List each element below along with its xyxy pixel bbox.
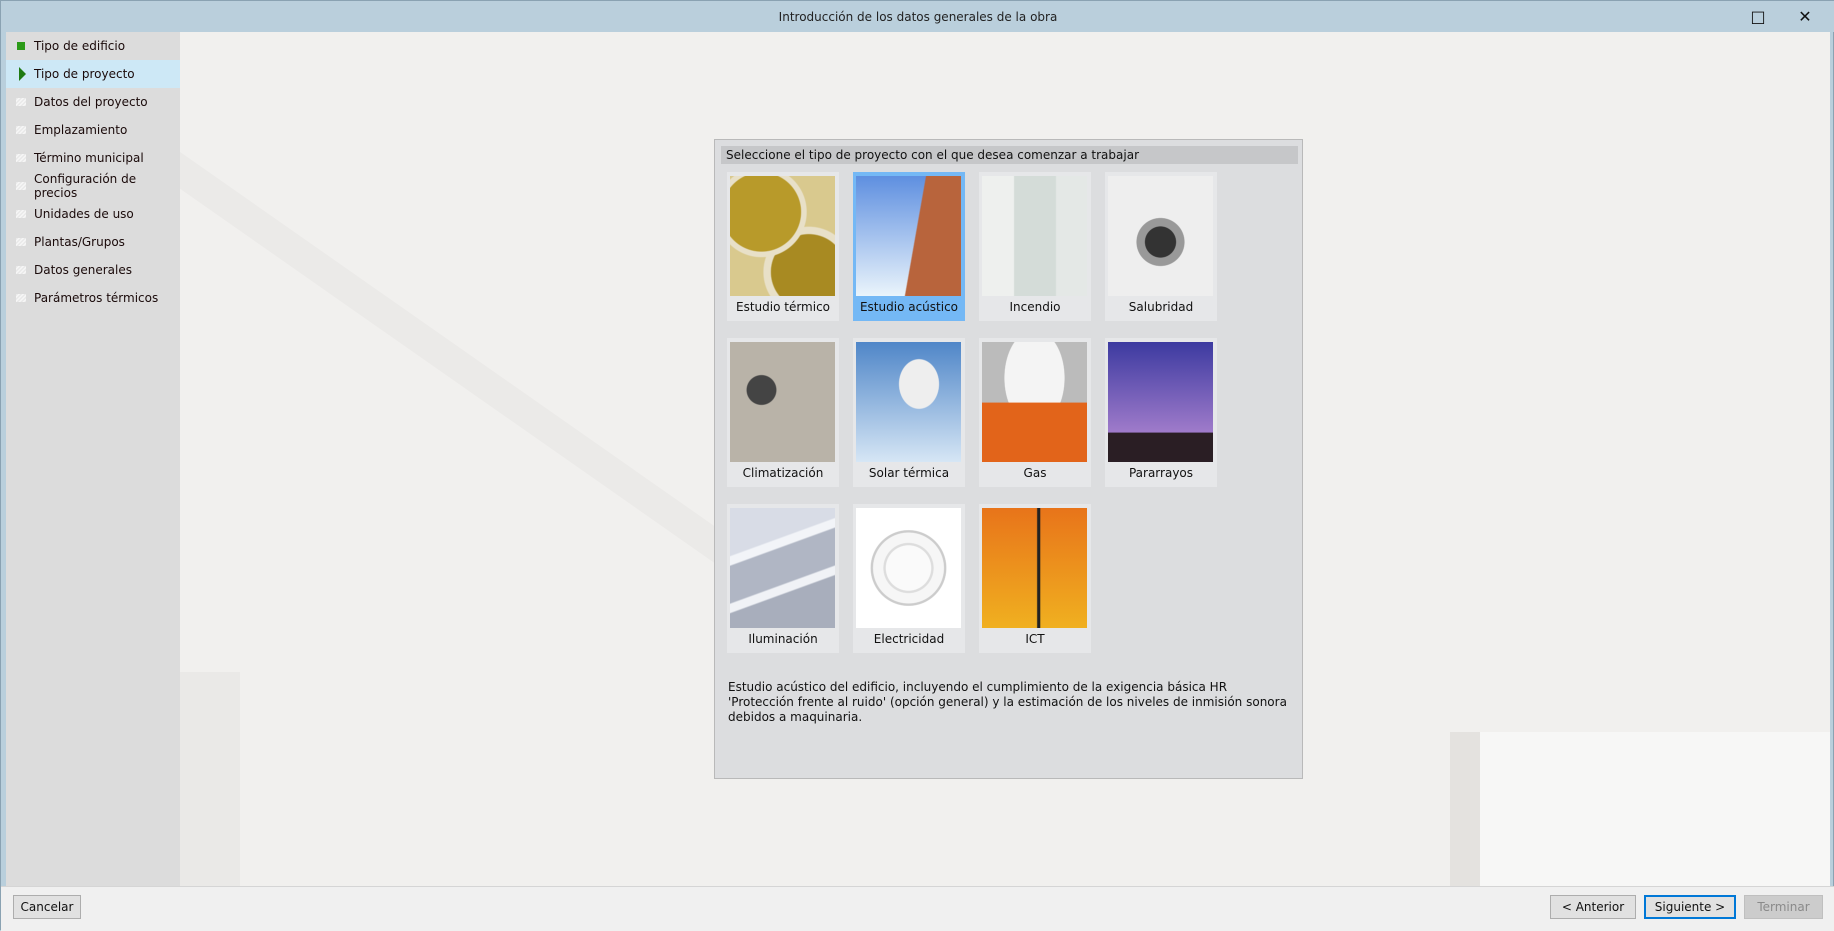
window-title: Introducción de los datos generales de l…: [778, 10, 1058, 24]
tile-label: Estudio acústico: [859, 300, 959, 314]
power-socket-image: [856, 508, 961, 628]
sidebar-step-item[interactable]: Tipo de proyecto: [6, 60, 180, 88]
current-step-arrow-icon: [19, 67, 26, 81]
antenna-image: [982, 508, 1087, 628]
project-type-tile[interactable]: Incendio: [979, 172, 1091, 321]
solar-thermal-image: [856, 342, 961, 462]
next-button[interactable]: Siguiente >: [1644, 895, 1736, 919]
project-type-tile[interactable]: Estudio térmico: [727, 172, 839, 321]
sidebar-step-item[interactable]: Datos generales: [6, 256, 180, 284]
pending-step-icon: [16, 126, 26, 134]
cancel-button[interactable]: Cancelar: [13, 895, 81, 919]
previous-button[interactable]: < Anterior: [1550, 895, 1636, 919]
project-type-tile[interactable]: Pararrayos: [1105, 338, 1217, 487]
sidebar-step-label: Datos generales: [34, 263, 132, 277]
sidebar-step-label: Datos del proyecto: [34, 95, 148, 109]
sidebar-step-item[interactable]: Configuración de precios: [6, 172, 180, 200]
sidebar-step-label: Emplazamiento: [34, 123, 128, 137]
background-decoration: [180, 672, 240, 886]
project-type-tile[interactable]: Climatización: [727, 338, 839, 487]
panel-header: Seleccione el tipo de proyecto con el qu…: [721, 146, 1298, 164]
sidebar-step-label: Configuración de precios: [34, 172, 137, 200]
pending-step-icon: [16, 210, 26, 218]
maximize-icon[interactable]: □: [1735, 1, 1781, 32]
sidebar-step-item[interactable]: Datos del proyecto: [6, 88, 180, 116]
hvac-image: [730, 342, 835, 462]
title-bar: Introducción de los datos generales de l…: [1, 1, 1834, 32]
drain-image: [1108, 176, 1213, 296]
wizard-steps-sidebar: Tipo de edificio Tipo de proyecto Datos de…: [6, 32, 180, 886]
completed-step-icon: [17, 42, 25, 50]
project-type-tile[interactable]: Solar térmica: [853, 338, 965, 487]
project-type-tile[interactable]: Iluminación: [727, 504, 839, 653]
sidebar-step-label: Término municipal: [34, 151, 144, 165]
project-type-tile[interactable]: Salubridad: [1105, 172, 1217, 321]
tile-label: ICT: [1025, 632, 1045, 646]
tile-label: Incendio: [1009, 300, 1061, 314]
pending-step-icon: [16, 294, 26, 302]
tile-label: Solar térmica: [868, 466, 950, 480]
sidebar-step-label: Unidades de uso: [34, 207, 134, 221]
project-type-tile[interactable]: Estudio acústico: [853, 172, 965, 321]
project-description: Estudio acústico del edificio, incluyend…: [728, 680, 1287, 724]
tile-label: Electricidad: [873, 632, 945, 646]
finish-button[interactable]: Terminar: [1744, 895, 1823, 919]
pending-step-icon: [16, 238, 26, 246]
sidebar-step-label: Tipo de edificio: [34, 39, 126, 53]
sidebar-step-label: Parámetros térmicos: [34, 291, 159, 305]
wizard-window: Introducción de los datos generales de l…: [0, 0, 1834, 931]
lighting-image: [730, 508, 835, 628]
tile-label: Iluminación: [748, 632, 818, 646]
tile-label: Estudio térmico: [735, 300, 831, 314]
sidebar-step-item[interactable]: Término municipal: [6, 144, 180, 172]
sidebar-step-item[interactable]: Emplazamiento: [6, 116, 180, 144]
tile-label: Pararrayos: [1128, 466, 1194, 480]
tile-label: Salubridad: [1128, 300, 1194, 314]
pending-step-icon: [16, 266, 26, 274]
sidebar-step-item[interactable]: Unidades de uso: [6, 200, 180, 228]
button-bar: Cancelar < Anterior Siguiente > Terminar: [1, 886, 1834, 931]
lightning-image: [1108, 342, 1213, 462]
sidebar-step-label: Tipo de proyecto: [34, 67, 135, 81]
pending-step-icon: [16, 182, 26, 190]
sidebar-step-item[interactable]: Parámetros térmicos: [6, 284, 180, 312]
project-type-panel: Seleccione el tipo de proyecto con el qu…: [714, 139, 1303, 779]
close-icon[interactable]: ✕: [1782, 1, 1828, 32]
project-type-tile[interactable]: Gas: [979, 338, 1091, 487]
background-decoration: [1450, 732, 1830, 886]
fire-safety-image: [982, 176, 1087, 296]
gas-tank-image: [982, 342, 1087, 462]
thermal-insulation-image: [730, 176, 835, 296]
tile-label: Climatización: [742, 466, 824, 480]
pending-step-icon: [16, 98, 26, 106]
acoustic-study-image: [856, 176, 961, 296]
tile-label: Gas: [1023, 466, 1047, 480]
project-type-tile[interactable]: Electricidad: [853, 504, 965, 653]
project-type-tile[interactable]: ICT: [979, 504, 1091, 653]
sidebar-step-label: Plantas/Grupos: [34, 235, 125, 249]
pending-step-icon: [16, 154, 26, 162]
sidebar-step-item[interactable]: Plantas/Grupos: [6, 228, 180, 256]
sidebar-step-item[interactable]: Tipo de edificio: [6, 32, 180, 60]
